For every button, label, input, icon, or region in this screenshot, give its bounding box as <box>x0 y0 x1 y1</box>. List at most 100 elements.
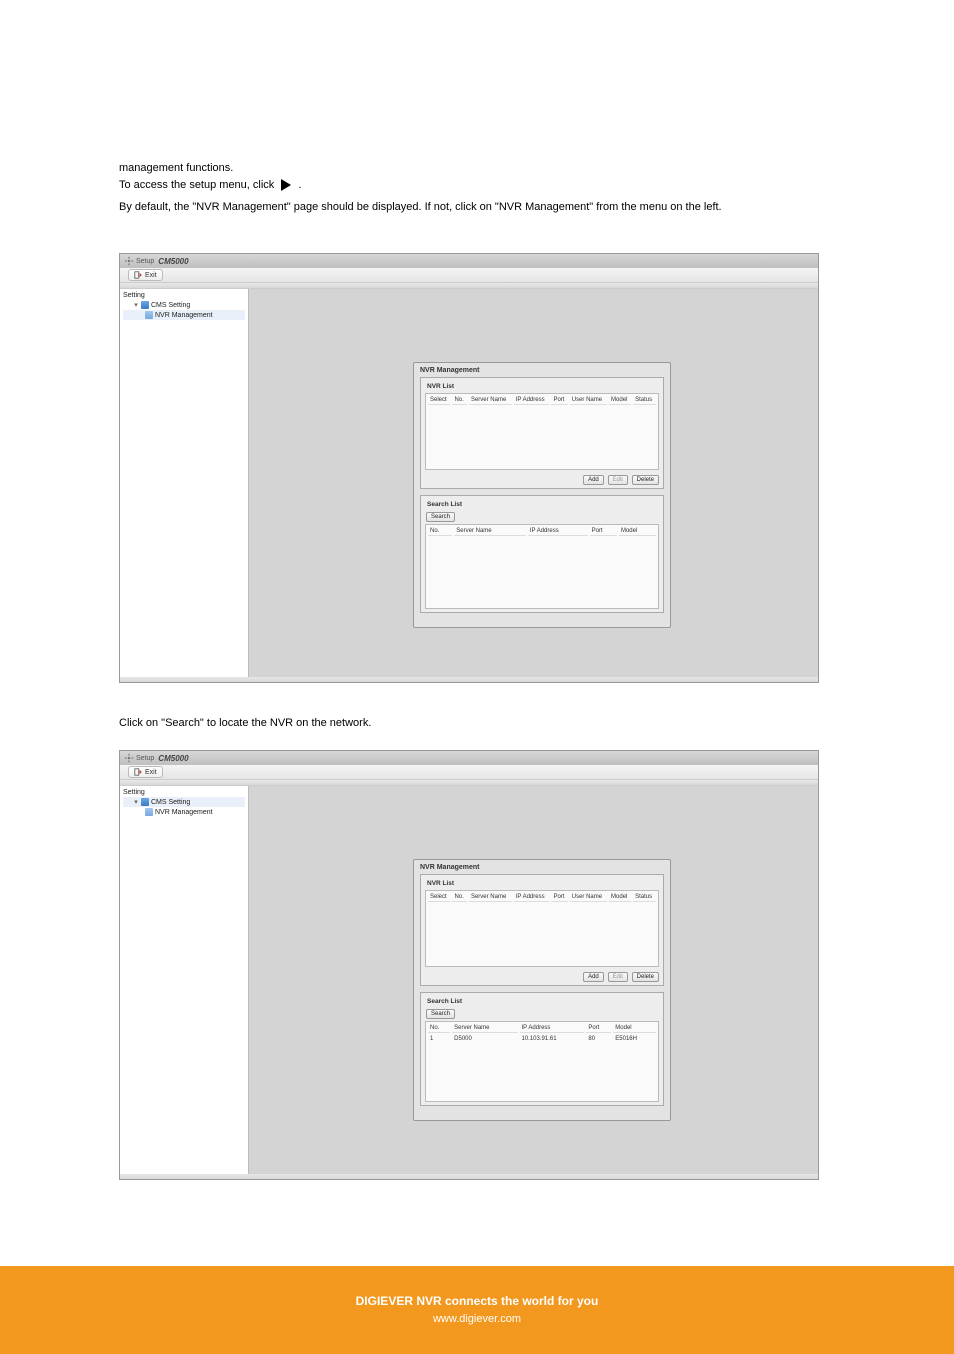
app-name: CM5000 <box>158 754 188 763</box>
tree-leaf-item[interactable]: NVR Management <box>123 310 245 320</box>
main-area: NVR Management NVR List Select No. Serve… <box>249 786 818 1174</box>
doc-paragraph-1: management functions. <box>119 160 233 177</box>
panel-title: NVR Management <box>420 367 664 374</box>
gear-icon <box>124 256 134 266</box>
window-footer-strip <box>120 1174 818 1179</box>
tree-root: Setting ▾ CMS Setting NVR Management <box>120 786 248 819</box>
scol-model: Model <box>613 1024 656 1033</box>
scol-port: Port <box>586 1024 611 1033</box>
gear-icon <box>124 753 134 763</box>
scol-ip: IP Address <box>528 527 588 536</box>
search-list-fieldset: Search List Search No. Server Name IP Ad… <box>420 992 664 1106</box>
nvr-list-table: Select No. Server Name IP Address Port U… <box>425 890 659 967</box>
app-name: CM5000 <box>158 257 188 266</box>
nvr-list-legend: NVR List <box>425 383 456 390</box>
scol-port: Port <box>590 527 617 536</box>
leaf-icon <box>145 311 153 319</box>
col-username: User Name <box>570 396 607 405</box>
col-ip: IP Address <box>514 893 550 902</box>
doc-paragraph-2: By default, the "NVR Management" page sh… <box>119 199 819 216</box>
scol-no: No. <box>428 527 452 536</box>
search-list-legend: Search List <box>425 998 464 1005</box>
delete-button[interactable]: Delete <box>632 475 659 485</box>
tree-root-item[interactable]: Setting <box>123 291 245 300</box>
nvr-list-fieldset: NVR List Select No. Server Name IP Addre… <box>420 874 664 986</box>
leaf-icon <box>145 808 153 816</box>
window-footer-strip <box>120 677 818 682</box>
col-select: Select <box>428 893 450 902</box>
col-select: Select <box>428 396 450 405</box>
col-port: Port <box>551 893 567 902</box>
tree-leaf-label: NVR Management <box>155 809 213 816</box>
scol-servername: Server Name <box>452 1024 517 1033</box>
cell-servername: D5000 <box>452 1035 517 1043</box>
scol-ip: IP Address <box>520 1024 585 1033</box>
tree-parent-label: CMS Setting <box>151 799 190 806</box>
col-status: Status <box>633 396 656 405</box>
tree-parent-item[interactable]: ▾ CMS Setting <box>123 300 245 310</box>
cell-no: 1 <box>428 1035 450 1043</box>
sidebar-tree: Setting ▾ CMS Setting NVR Management <box>120 289 249 677</box>
scol-no: No. <box>428 1024 450 1033</box>
add-button[interactable]: Add <box>583 972 604 982</box>
window-titlebar: Setup CM5000 <box>120 254 818 268</box>
search-button[interactable]: Search <box>426 512 455 522</box>
exit-label: Exit <box>145 272 157 279</box>
tree-leaf-label: NVR Management <box>155 312 213 319</box>
doc-line-2a: To access the setup menu, click <box>119 179 274 191</box>
edit-button[interactable]: Edit <box>608 972 628 982</box>
door-icon <box>134 768 142 776</box>
col-no: No. <box>452 893 466 902</box>
col-ip: IP Address <box>514 396 550 405</box>
app-window-2: Setup CM5000 Exit Setting ▾ CMS Setting <box>119 750 819 1180</box>
table-row[interactable]: 1 D5000 10.103.91.61 80 E5016H <box>428 1035 656 1043</box>
nvr-buttons: Add Edit Delete <box>425 970 659 982</box>
footer-line-1: DIGIEVER NVR connects the world for you <box>356 1293 599 1310</box>
col-status: Status <box>633 893 656 902</box>
col-username: User Name <box>570 893 607 902</box>
tree-expand-icon[interactable]: ▾ <box>133 798 139 806</box>
toolbar: Exit <box>120 268 818 283</box>
tree-parent-label: CMS Setting <box>151 302 190 309</box>
search-list-fieldset: Search List Search No. Server Name IP Ad… <box>420 495 664 613</box>
tree-leaf-item[interactable]: NVR Management <box>123 807 245 817</box>
col-servername: Server Name <box>469 396 512 405</box>
search-list-legend: Search List <box>425 501 464 508</box>
door-icon <box>134 271 142 279</box>
window-titlebar: Setup CM5000 <box>120 751 818 765</box>
tree-expand-icon[interactable]: ▾ <box>133 301 139 309</box>
panel-title: NVR Management <box>420 864 664 871</box>
nvr-mgmt-panel: NVR Management NVR List Select No. Serve… <box>413 859 671 1121</box>
doc-line-2: To access the setup menu, click . <box>119 177 301 194</box>
titlebar-label: Setup <box>136 258 154 265</box>
tree-root-label: Setting <box>123 292 145 299</box>
tree-parent-item[interactable]: ▾ CMS Setting <box>123 797 245 807</box>
cell-model: E5016H <box>613 1035 656 1043</box>
app-window-1: Setup CM5000 Exit Setting ▾ CMS Setting <box>119 253 819 683</box>
tree-root: Setting ▾ CMS Setting NVR Management <box>120 289 248 322</box>
nvr-list-legend: NVR List <box>425 880 456 887</box>
exit-label: Exit <box>145 769 157 776</box>
search-button[interactable]: Search <box>426 1009 455 1019</box>
tree-root-item[interactable]: Setting <box>123 788 245 797</box>
folder-icon <box>141 798 149 806</box>
col-model: Model <box>609 893 631 902</box>
doc-line-2b: . <box>298 179 301 191</box>
edit-button[interactable]: Edit <box>608 475 628 485</box>
nvr-list-fieldset: NVR List Select No. Server Name IP Addre… <box>420 377 664 489</box>
add-button[interactable]: Add <box>583 475 604 485</box>
exit-button[interactable]: Exit <box>128 766 163 778</box>
nvr-list-table: Select No. Server Name IP Address Port U… <box>425 393 659 470</box>
folder-icon <box>141 301 149 309</box>
search-list-table: No. Server Name IP Address Port Model <box>425 524 659 609</box>
delete-button[interactable]: Delete <box>632 972 659 982</box>
search-list-table: No. Server Name IP Address Port Model 1 … <box>425 1021 659 1102</box>
scol-model: Model <box>619 527 656 536</box>
exit-button[interactable]: Exit <box>128 269 163 281</box>
titlebar-label: Setup <box>136 755 154 762</box>
col-port: Port <box>551 396 567 405</box>
col-no: No. <box>452 396 466 405</box>
footer-line-2: www.digiever.com <box>433 1312 521 1327</box>
doc-paragraph-3: Click on "Search" to locate the NVR on t… <box>119 715 371 732</box>
sidebar-tree: Setting ▾ CMS Setting NVR Management <box>120 786 249 1174</box>
